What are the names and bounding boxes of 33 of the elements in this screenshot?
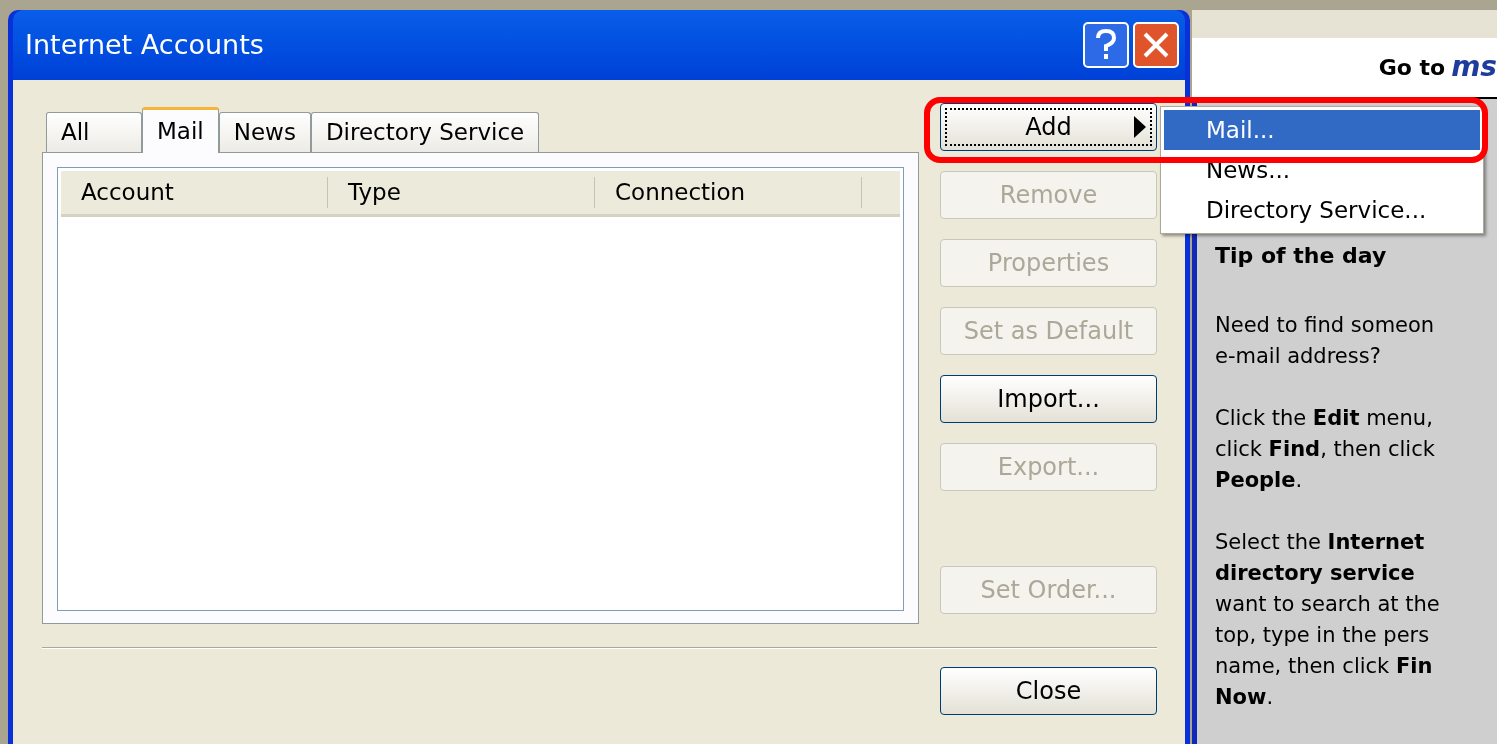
- go-to-text: Go to: [1378, 53, 1446, 82]
- logo-text: ms: [1451, 49, 1497, 86]
- dialog-button[interactable]: Close: [940, 667, 1157, 715]
- column-header[interactable]: Type: [328, 177, 595, 208]
- tip-text: Now.: [1215, 684, 1275, 711]
- tip-text: directory service: [1215, 560, 1416, 587]
- tip-text: want to search at the: [1215, 591, 1441, 618]
- column-header[interactable]: Connection: [595, 177, 862, 208]
- column-header[interactable]: Account: [61, 177, 328, 208]
- close-icon: [1143, 32, 1169, 58]
- tip-text: Need to find someon: [1215, 312, 1436, 339]
- tip-title: Tip of the day: [1215, 242, 1388, 270]
- submenu-arrow-icon: [1134, 116, 1146, 138]
- tip-text: top, type in the pers: [1215, 622, 1431, 649]
- tab[interactable]: Mail: [142, 107, 219, 153]
- dialog-button[interactable]: Add: [940, 103, 1157, 151]
- window-title: Internet Accounts: [25, 27, 264, 62]
- tab[interactable]: Directory Service: [310, 112, 540, 152]
- tip-text: Select the Internet: [1215, 529, 1426, 556]
- tip-text: People.: [1215, 467, 1304, 494]
- help-button[interactable]: [1083, 22, 1129, 68]
- question-mark-icon: [1095, 29, 1117, 61]
- tip-text: Click the Edit menu,: [1215, 405, 1434, 432]
- menu-item[interactable]: News...: [1164, 150, 1480, 190]
- menu-item[interactable]: Directory Service...: [1164, 190, 1480, 230]
- tip-text: e-mail address?: [1215, 343, 1382, 370]
- menu-item[interactable]: Mail...: [1164, 110, 1480, 150]
- close-window-button[interactable]: [1133, 22, 1179, 68]
- tab[interactable]: All: [46, 112, 142, 152]
- tip-text: name, then click Fin: [1215, 653, 1434, 680]
- tab[interactable]: News: [218, 112, 311, 152]
- dialog-button[interactable]: Import...: [940, 375, 1157, 423]
- tip-text: click Find, then click: [1215, 436, 1436, 463]
